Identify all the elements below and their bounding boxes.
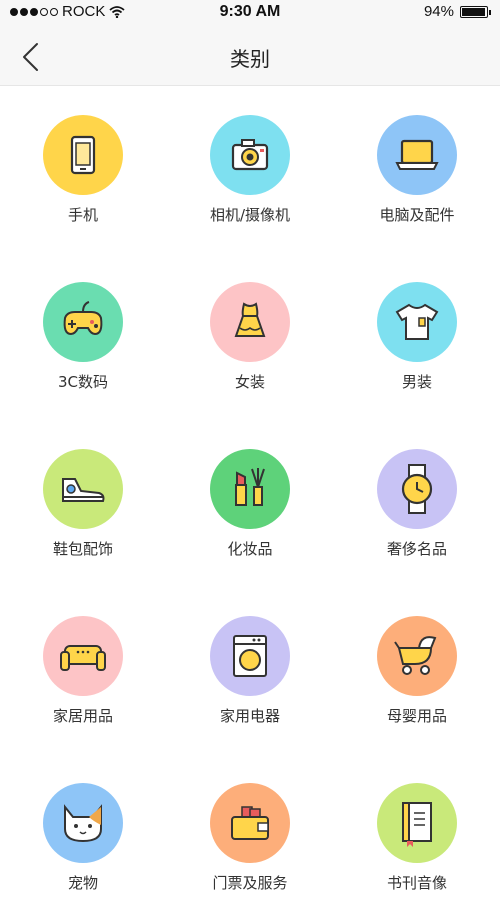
wallet-icon	[231, 806, 269, 840]
category-label: 男装	[401, 373, 432, 391]
category-icon-circle	[377, 115, 457, 195]
category-icon-circle	[43, 783, 123, 863]
category-item[interactable]: 鞋包配饰	[0, 420, 166, 587]
nav-bar: 类别	[0, 26, 500, 86]
stroller-icon	[394, 636, 437, 675]
category-item[interactable]: 手机	[0, 86, 166, 253]
battery-percent: 94%	[423, 3, 454, 20]
category-item[interactable]: 书刊音像	[334, 754, 500, 921]
category-label: 3C数码	[57, 373, 109, 391]
category-label: 家居用品	[52, 707, 113, 725]
category-item[interactable]: 家居用品	[0, 587, 166, 754]
category-icon-circle	[210, 115, 290, 195]
category-label: 女装	[234, 373, 265, 391]
status-bar: ROCK 9:30 AM 94%	[0, 0, 500, 26]
gamepad-icon	[63, 301, 103, 336]
category-icon-circle	[43, 449, 123, 529]
category-item[interactable]: 女装	[166, 253, 334, 420]
category-label: 门票及服务	[212, 874, 288, 892]
category-grid: 手机 相机/摄像机 电脑及配件 3C数码 女装 男装鞋包配饰 化妆品 奢侈名品家居用品 家用电器…	[0, 86, 500, 921]
category-item[interactable]: 家用电器	[166, 587, 334, 754]
category-label: 母婴用品	[386, 707, 447, 725]
washing-machine-icon	[233, 635, 267, 677]
category-item[interactable]: 3C数码	[0, 253, 166, 420]
sofa-icon	[60, 645, 106, 671]
category-icon-circle	[210, 282, 290, 362]
category-item[interactable]: 奢侈名品	[334, 420, 500, 587]
category-label: 相机/摄像机	[209, 206, 291, 224]
category-label: 宠物	[67, 874, 98, 892]
category-item[interactable]: 母婴用品	[334, 587, 500, 754]
category-item[interactable]: 男装	[334, 253, 500, 420]
category-icon-circle	[377, 783, 457, 863]
category-item[interactable]: 宠物	[0, 754, 166, 921]
cosmetics-icon	[235, 468, 265, 506]
category-icon-circle	[210, 783, 290, 863]
laptop-icon	[395, 139, 439, 170]
category-item[interactable]: 门票及服务	[166, 754, 334, 921]
battery-icon	[460, 5, 491, 18]
book-icon	[402, 802, 432, 847]
category-icon-circle	[377, 282, 457, 362]
category-label: 家用电器	[219, 707, 280, 725]
shirt-icon	[395, 303, 439, 340]
category-icon-circle	[43, 616, 123, 696]
category-icon-circle	[43, 115, 123, 195]
category-label: 奢侈名品	[386, 540, 447, 558]
category-item[interactable]: 相机/摄像机	[166, 86, 334, 253]
cat-icon	[64, 804, 102, 843]
category-label: 鞋包配饰	[52, 540, 113, 558]
phone-icon	[70, 135, 96, 175]
category-item[interactable]: 电脑及配件	[334, 86, 500, 253]
category-icon-circle	[377, 616, 457, 696]
category-label: 电脑及配件	[379, 206, 455, 224]
category-item[interactable]: 化妆品	[166, 420, 334, 587]
dress-icon	[234, 302, 266, 337]
category-icon-circle	[210, 616, 290, 696]
page-title: 类别	[230, 47, 270, 71]
category-label: 手机	[67, 206, 98, 224]
category-label: 化妆品	[227, 540, 273, 558]
category-label: 书刊音像	[386, 874, 447, 892]
category-icon-circle	[43, 282, 123, 362]
sneaker-icon	[62, 478, 105, 502]
camera-icon	[231, 139, 269, 171]
category-icon-circle	[377, 449, 457, 529]
status-right: 94%	[423, 3, 491, 20]
watch-icon	[401, 464, 433, 514]
category-icon-circle	[210, 449, 290, 529]
